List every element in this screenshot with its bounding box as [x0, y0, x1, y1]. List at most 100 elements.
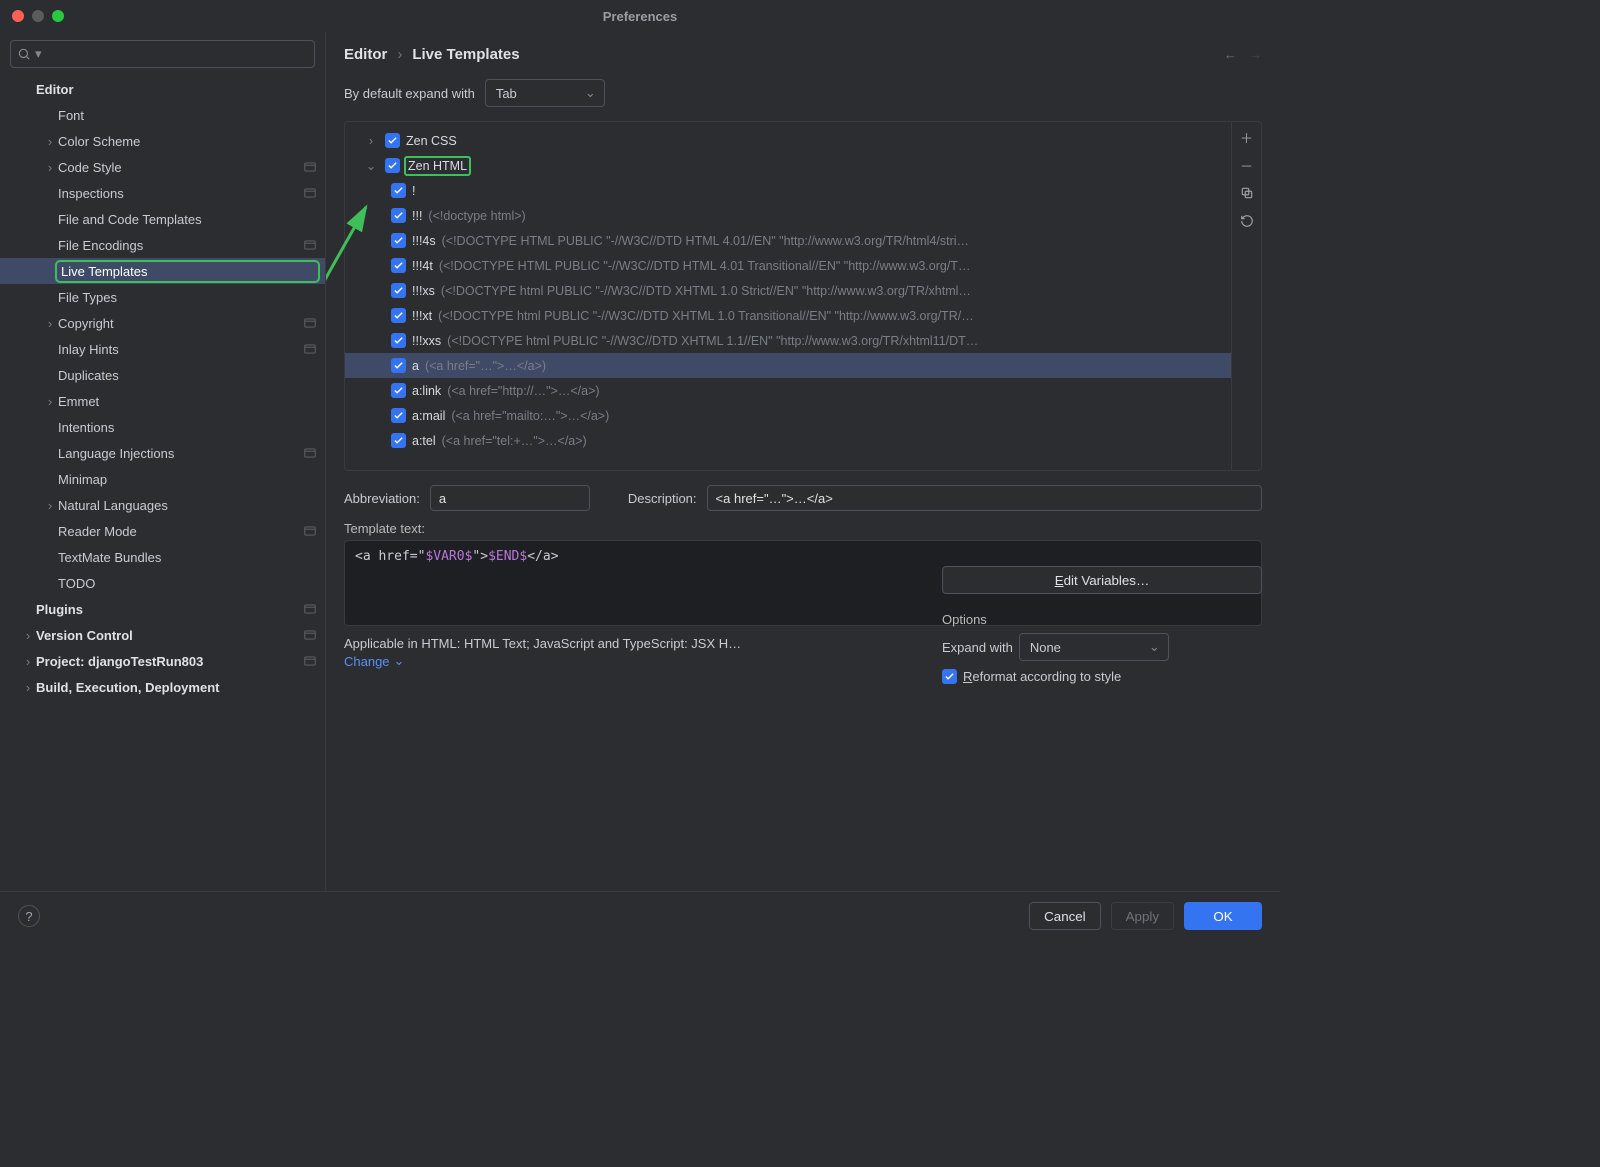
template-checkbox[interactable] [385, 133, 400, 148]
sidebar-item-font[interactable]: Font [0, 102, 325, 128]
sidebar-item-inlay-hints[interactable]: Inlay Hints [0, 336, 325, 362]
template-checkbox[interactable] [385, 158, 400, 173]
chevron-right-icon: › [42, 160, 58, 175]
cancel-button[interactable]: Cancel [1029, 902, 1101, 930]
settings-sidebar: ▾ EditorFont›Color Scheme›Code StyleInsp… [0, 32, 326, 891]
sidebar-item-minimap[interactable]: Minimap [0, 466, 325, 492]
sidebar-item-file-and-code-templates[interactable]: File and Code Templates [0, 206, 325, 232]
sidebar-item-label: Version Control [36, 628, 303, 643]
template-row[interactable]: a (<a href="…">…</a>) [345, 353, 1231, 378]
copy-template-button[interactable] [1236, 182, 1258, 204]
template-checkbox[interactable] [391, 383, 406, 398]
templates-toolbar: ＋ － [1231, 122, 1261, 470]
settings-search-input[interactable]: ▾ [10, 40, 315, 68]
sidebar-item-textmate-bundles[interactable]: TextMate Bundles [0, 544, 325, 570]
chevron-down-icon: ⌄ [394, 653, 405, 669]
sidebar-item-label: Plugins [36, 602, 303, 617]
sidebar-item-live-templates[interactable]: Live Templates [0, 258, 325, 284]
sidebar-item-label: Reader Mode [58, 524, 303, 539]
apply-button[interactable]: Apply [1111, 902, 1174, 930]
sidebar-item-copyright[interactable]: ›Copyright [0, 310, 325, 336]
template-checkbox[interactable] [391, 408, 406, 423]
sidebar-item-editor[interactable]: Editor [0, 76, 325, 102]
sidebar-item-label: TextMate Bundles [58, 550, 317, 565]
titlebar: Preferences [0, 0, 1280, 32]
change-context-link[interactable]: Change ⌄ [344, 653, 404, 669]
abbreviation-input[interactable] [430, 485, 590, 511]
chevron-right-icon: › [20, 680, 36, 695]
template-name: Zen HTML [406, 158, 469, 174]
preferences-window: Preferences ▾ EditorFont›Color Scheme›Co… [0, 0, 1280, 940]
templates-list[interactable]: › Zen CSS⌄ Zen HTML ! !!! (<!doctype htm… [345, 122, 1231, 470]
template-row[interactable]: !!!4s (<!DOCTYPE HTML PUBLIC "-//W3C//DT… [345, 228, 1231, 253]
template-checkbox[interactable] [391, 258, 406, 273]
expand-with-select[interactable]: None ⌄ [1019, 633, 1169, 661]
revert-template-button[interactable] [1236, 210, 1258, 232]
sidebar-item-version-control[interactable]: ›Version Control [0, 622, 325, 648]
sidebar-item-label: Font [58, 108, 317, 123]
remove-template-button[interactable]: － [1236, 154, 1258, 176]
sidebar-item-project-djangotestrun803[interactable]: ›Project: djangoTestRun803 [0, 648, 325, 674]
edit-variables-button[interactable]: Edit Variables… [942, 566, 1262, 594]
reformat-checkbox[interactable] [942, 669, 957, 684]
template-checkbox[interactable] [391, 283, 406, 298]
sidebar-item-intentions[interactable]: Intentions [0, 414, 325, 440]
chevron-right-icon: › [363, 134, 379, 148]
sidebar-item-todo[interactable]: TODO [0, 570, 325, 596]
sidebar-item-label: File Types [58, 290, 317, 305]
template-row[interactable]: !!!xxs (<!DOCTYPE html PUBLIC "-//W3C//D… [345, 328, 1231, 353]
template-desc: (<!doctype html>) [428, 209, 525, 223]
template-row[interactable]: ! [345, 178, 1231, 203]
sidebar-item-plugins[interactable]: Plugins [0, 596, 325, 622]
template-row[interactable]: a:mail (<a href="mailto:…">…</a>) [345, 403, 1231, 428]
sidebar-item-emmet[interactable]: ›Emmet [0, 388, 325, 414]
sidebar-item-label: Intentions [58, 420, 317, 435]
sidebar-item-label: File and Code Templates [58, 212, 317, 227]
template-checkbox[interactable] [391, 433, 406, 448]
template-row[interactable]: › Zen CSS [345, 128, 1231, 153]
template-desc: (<a href="http://…">…</a>) [447, 384, 599, 398]
settings-tree[interactable]: EditorFont›Color Scheme›Code StyleInspec… [0, 76, 325, 891]
sidebar-item-inspections[interactable]: Inspections [0, 180, 325, 206]
template-checkbox[interactable] [391, 358, 406, 373]
nav-back-button[interactable]: ← [1224, 47, 1237, 62]
template-row[interactable]: !!!xt (<!DOCTYPE html PUBLIC "-//W3C//DT… [345, 303, 1231, 328]
template-name: ! [412, 184, 415, 198]
sidebar-item-duplicates[interactable]: Duplicates [0, 362, 325, 388]
abbreviation-label: Abbreviation: [344, 491, 420, 506]
sidebar-item-build-execution-deployment[interactable]: ›Build, Execution, Deployment [0, 674, 325, 700]
template-row[interactable]: !!! (<!doctype html>) [345, 203, 1231, 228]
add-template-button[interactable]: ＋ [1236, 126, 1258, 148]
scope-icon [303, 238, 317, 252]
template-checkbox[interactable] [391, 208, 406, 223]
sidebar-item-reader-mode[interactable]: Reader Mode [0, 518, 325, 544]
template-desc: (<a href="tel:+…">…</a>) [442, 434, 587, 448]
chevron-right-icon: › [20, 654, 36, 669]
sidebar-item-language-injections[interactable]: Language Injections [0, 440, 325, 466]
template-row[interactable]: a:link (<a href="http://…">…</a>) [345, 378, 1231, 403]
template-row[interactable]: ⌄ Zen HTML [345, 153, 1231, 178]
template-checkbox[interactable] [391, 333, 406, 348]
sidebar-item-code-style[interactable]: ›Code Style [0, 154, 325, 180]
template-checkbox[interactable] [391, 233, 406, 248]
chevron-down-icon: ⌄ [585, 85, 596, 101]
template-name: !!!4s [412, 234, 436, 248]
breadcrumb-root: Editor [344, 46, 387, 63]
sidebar-item-file-encodings[interactable]: File Encodings [0, 232, 325, 258]
description-input[interactable] [707, 485, 1262, 511]
sidebar-item-label: Color Scheme [58, 134, 317, 149]
nav-forward-button[interactable]: → [1249, 47, 1262, 62]
scope-icon [303, 342, 317, 356]
sidebar-item-natural-languages[interactable]: ›Natural Languages [0, 492, 325, 518]
template-checkbox[interactable] [391, 308, 406, 323]
template-row[interactable]: !!!xs (<!DOCTYPE html PUBLIC "-//W3C//DT… [345, 278, 1231, 303]
template-row[interactable]: a:tel (<a href="tel:+…">…</a>) [345, 428, 1231, 453]
expand-with-default-select[interactable]: Tab ⌄ [485, 79, 605, 107]
sidebar-item-label: Duplicates [58, 368, 317, 383]
template-row[interactable]: !!!4t (<!DOCTYPE HTML PUBLIC "-//W3C//DT… [345, 253, 1231, 278]
sidebar-item-file-types[interactable]: File Types [0, 284, 325, 310]
template-checkbox[interactable] [391, 183, 406, 198]
sidebar-item-color-scheme[interactable]: ›Color Scheme [0, 128, 325, 154]
help-button[interactable]: ? [18, 905, 40, 927]
ok-button[interactable]: OK [1184, 902, 1262, 930]
